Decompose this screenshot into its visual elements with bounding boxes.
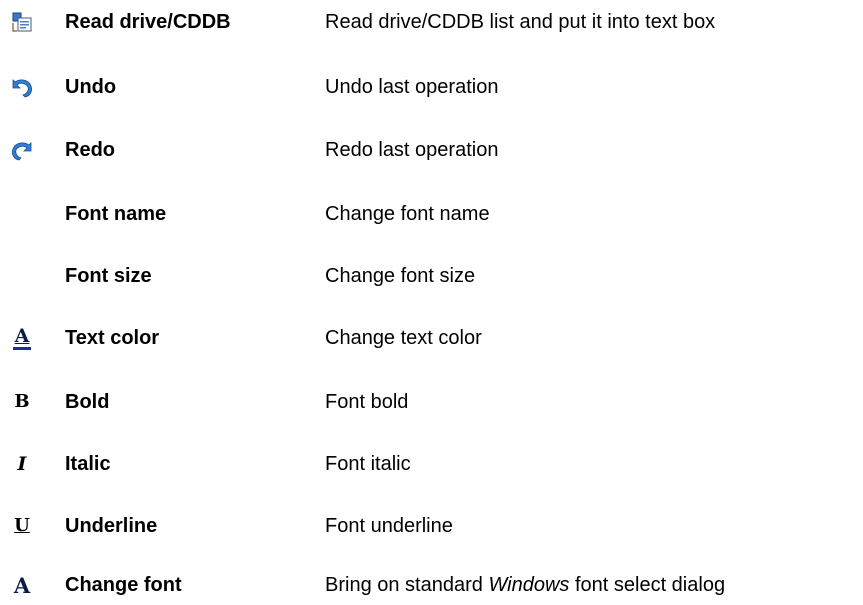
button-description: Change font size: [325, 264, 476, 287]
button-description: Undo last operation: [325, 75, 499, 98]
button-description: Font italic: [325, 452, 411, 475]
button-description: Redo last operation: [325, 138, 499, 161]
button-name: Underline: [65, 514, 158, 537]
italic-icon: I: [17, 452, 27, 475]
table-row: A Change font Bring on standard Windows …: [0, 565, 863, 605]
table-row: I Italic Font italic: [0, 444, 863, 484]
button-name: Font name: [65, 202, 167, 225]
redo-icon: [8, 136, 36, 164]
table-row: Font name Change font name: [0, 194, 863, 234]
button-name: Change font: [65, 573, 182, 596]
undo-icon: [8, 73, 36, 101]
change-font-icon: A: [13, 572, 31, 598]
button-description: Font bold: [325, 390, 409, 413]
button-description: Read drive/CDDB list and put it into tex…: [325, 10, 716, 33]
table-row: Font size Change font size: [0, 256, 863, 296]
button-name: Redo: [65, 138, 115, 161]
button-name: Italic: [65, 452, 111, 475]
button-description: Bring on standard Windows font select di…: [325, 573, 726, 596]
table-row: B Bold Font bold: [0, 382, 863, 422]
button-description: Change font name: [325, 202, 490, 225]
button-name: Font size: [65, 264, 152, 287]
button-description: Change text color: [325, 326, 482, 349]
bold-icon: B: [14, 391, 30, 412]
read-drive-icon: [8, 8, 36, 36]
button-name: Read drive/CDDB: [65, 10, 231, 33]
text-color-icon: A: [8, 324, 36, 352]
underline-icon: U: [14, 515, 30, 536]
table-row: A Text color Change text color: [0, 318, 863, 358]
button-name: Bold: [65, 390, 110, 413]
table-row: Redo Redo last operation: [0, 130, 863, 170]
table-row: Read drive/CDDB Read drive/CDDB list and…: [0, 2, 863, 42]
button-description: Font underline: [325, 514, 453, 537]
button-name: Text color: [65, 326, 160, 349]
table-row: U Underline Font underline: [0, 506, 863, 546]
button-name: Undo: [65, 75, 117, 98]
table-row: Undo Undo last operation: [0, 67, 863, 107]
